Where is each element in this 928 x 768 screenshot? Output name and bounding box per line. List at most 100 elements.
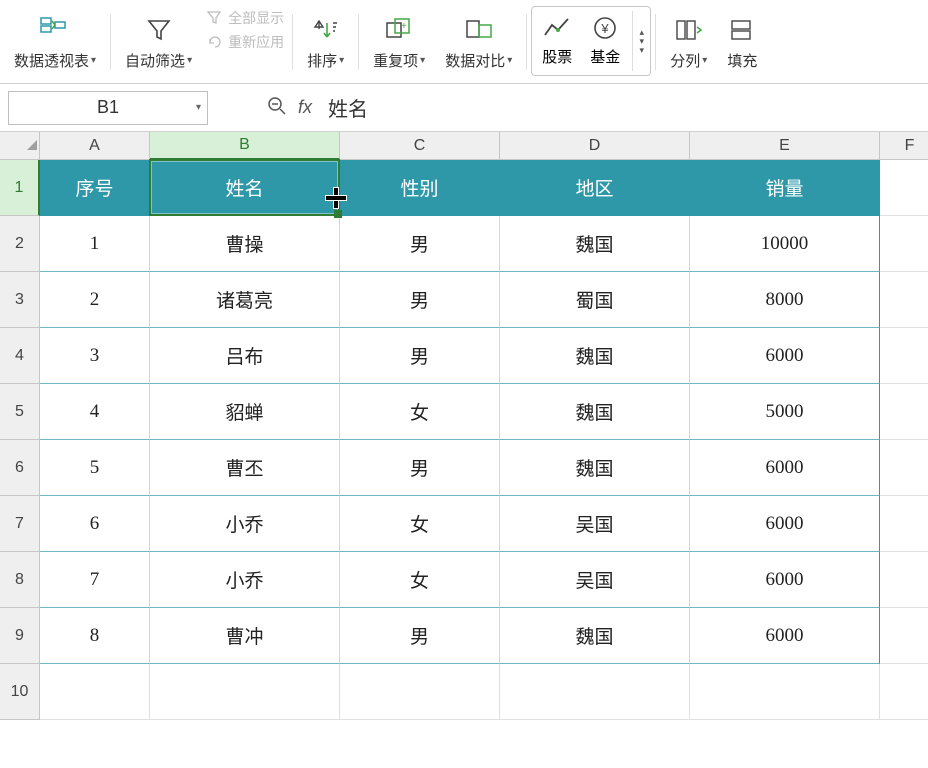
row-header-3[interactable]: 3: [0, 272, 40, 328]
empty-cell[interactable]: [880, 384, 928, 440]
fill-button[interactable]: 填充: [717, 6, 757, 78]
column-header-A[interactable]: A: [40, 132, 150, 160]
empty-cell[interactable]: [880, 216, 928, 272]
funds-button[interactable]: ¥ 基金: [584, 15, 626, 67]
data-cell[interactable]: 4: [40, 384, 150, 440]
data-cell[interactable]: 男: [340, 328, 500, 384]
empty-cell[interactable]: [40, 664, 150, 720]
data-cell[interactable]: 曹冲: [150, 608, 340, 664]
data-cell[interactable]: 貂蝉: [150, 384, 340, 440]
svg-text:+: +: [401, 21, 407, 32]
data-cell[interactable]: 男: [340, 272, 500, 328]
row-header-5[interactable]: 5: [0, 384, 40, 440]
pivot-table-button[interactable]: 数据透视表▾: [4, 6, 106, 78]
header-cell-name[interactable]: 姓名: [150, 160, 340, 216]
empty-cell[interactable]: [880, 328, 928, 384]
row-header-2[interactable]: 2: [0, 216, 40, 272]
filter-icon: [146, 14, 172, 46]
data-cell[interactable]: 女: [340, 496, 500, 552]
chevron-down-icon: ▾: [187, 55, 192, 66]
data-cell[interactable]: 魏国: [500, 384, 690, 440]
autofilter-label: 自动筛选: [125, 50, 185, 71]
data-cell[interactable]: 小乔: [150, 496, 340, 552]
empty-cell[interactable]: [880, 608, 928, 664]
header-cell-sales[interactable]: 销量: [690, 160, 880, 216]
header-cell-region[interactable]: 地区: [500, 160, 690, 216]
data-cell[interactable]: 魏国: [500, 328, 690, 384]
data-cell[interactable]: 6000: [690, 552, 880, 608]
data-cell[interactable]: 3: [40, 328, 150, 384]
row-header-8[interactable]: 8: [0, 552, 40, 608]
data-cell[interactable]: 曹操: [150, 216, 340, 272]
data-cell[interactable]: 吴国: [500, 496, 690, 552]
data-cell[interactable]: 6000: [690, 440, 880, 496]
row-header-4[interactable]: 4: [0, 328, 40, 384]
data-cell[interactable]: 7: [40, 552, 150, 608]
data-cell[interactable]: 2: [40, 272, 150, 328]
empty-cell[interactable]: [880, 664, 928, 720]
data-cell[interactable]: 8: [40, 608, 150, 664]
header-cell-seq[interactable]: 序号: [40, 160, 150, 216]
row-header-7[interactable]: 7: [0, 496, 40, 552]
separator: [526, 14, 527, 70]
fx-label[interactable]: fx: [298, 97, 312, 118]
data-cell[interactable]: 吴国: [500, 552, 690, 608]
data-cell[interactable]: 5000: [690, 384, 880, 440]
data-cell[interactable]: 女: [340, 552, 500, 608]
data-cell[interactable]: 小乔: [150, 552, 340, 608]
spreadsheet-grid[interactable]: ABCDEF 12345678910 序号姓名性别地区销量1曹操男魏国10000…: [0, 132, 928, 768]
data-cell[interactable]: 6000: [690, 496, 880, 552]
data-cell[interactable]: 男: [340, 216, 500, 272]
data-cell[interactable]: 6: [40, 496, 150, 552]
stocks-button[interactable]: 股票: [536, 15, 578, 67]
column-header-F[interactable]: F: [880, 132, 928, 160]
duplicates-button[interactable]: + 重复项▾: [363, 6, 435, 78]
formula-input[interactable]: 姓名: [320, 91, 920, 125]
data-cell[interactable]: 曹丕: [150, 440, 340, 496]
separator: [655, 14, 656, 70]
row-header-10[interactable]: 10: [0, 664, 40, 720]
select-all-corner[interactable]: [0, 132, 40, 160]
data-cell[interactable]: 1: [40, 216, 150, 272]
data-cell[interactable]: 男: [340, 608, 500, 664]
empty-cell[interactable]: [880, 552, 928, 608]
data-cell[interactable]: 吕布: [150, 328, 340, 384]
row-header-1[interactable]: 1: [0, 160, 40, 216]
autofilter-button[interactable]: 自动筛选▾: [115, 6, 202, 78]
data-cell[interactable]: 8000: [690, 272, 880, 328]
data-cell[interactable]: 诸葛亮: [150, 272, 340, 328]
empty-cell[interactable]: [880, 440, 928, 496]
data-cell[interactable]: 魏国: [500, 440, 690, 496]
column-header-C[interactable]: C: [340, 132, 500, 160]
data-cell[interactable]: 蜀国: [500, 272, 690, 328]
column-header-D[interactable]: D: [500, 132, 690, 160]
name-box[interactable]: B1 ▾: [8, 91, 208, 125]
cells-area[interactable]: 序号姓名性别地区销量1曹操男魏国100002诸葛亮男蜀国80003吕布男魏国60…: [40, 160, 928, 720]
empty-cell[interactable]: [150, 664, 340, 720]
empty-cell[interactable]: [880, 272, 928, 328]
search-icon[interactable]: [266, 95, 288, 120]
header-cell-gender[interactable]: 性别: [340, 160, 500, 216]
data-cell[interactable]: 5: [40, 440, 150, 496]
data-types-expand[interactable]: ▴ ▾ ▾: [632, 11, 646, 71]
row-header-9[interactable]: 9: [0, 608, 40, 664]
data-cell[interactable]: 男: [340, 440, 500, 496]
data-cell[interactable]: 魏国: [500, 608, 690, 664]
stocks-label: 股票: [542, 46, 572, 67]
text-to-columns-button[interactable]: 分列▾: [660, 6, 717, 78]
data-cell[interactable]: 女: [340, 384, 500, 440]
column-header-B[interactable]: B: [150, 132, 340, 160]
data-cell[interactable]: 10000: [690, 216, 880, 272]
empty-cell[interactable]: [880, 496, 928, 552]
empty-cell[interactable]: [340, 664, 500, 720]
data-compare-button[interactable]: 数据对比▾: [435, 6, 522, 78]
data-cell[interactable]: 魏国: [500, 216, 690, 272]
empty-cell[interactable]: [690, 664, 880, 720]
row-header-6[interactable]: 6: [0, 440, 40, 496]
empty-cell[interactable]: [880, 160, 928, 216]
column-header-E[interactable]: E: [690, 132, 880, 160]
data-cell[interactable]: 6000: [690, 608, 880, 664]
data-cell[interactable]: 6000: [690, 328, 880, 384]
sort-button[interactable]: 排序▾: [297, 6, 354, 78]
empty-cell[interactable]: [500, 664, 690, 720]
